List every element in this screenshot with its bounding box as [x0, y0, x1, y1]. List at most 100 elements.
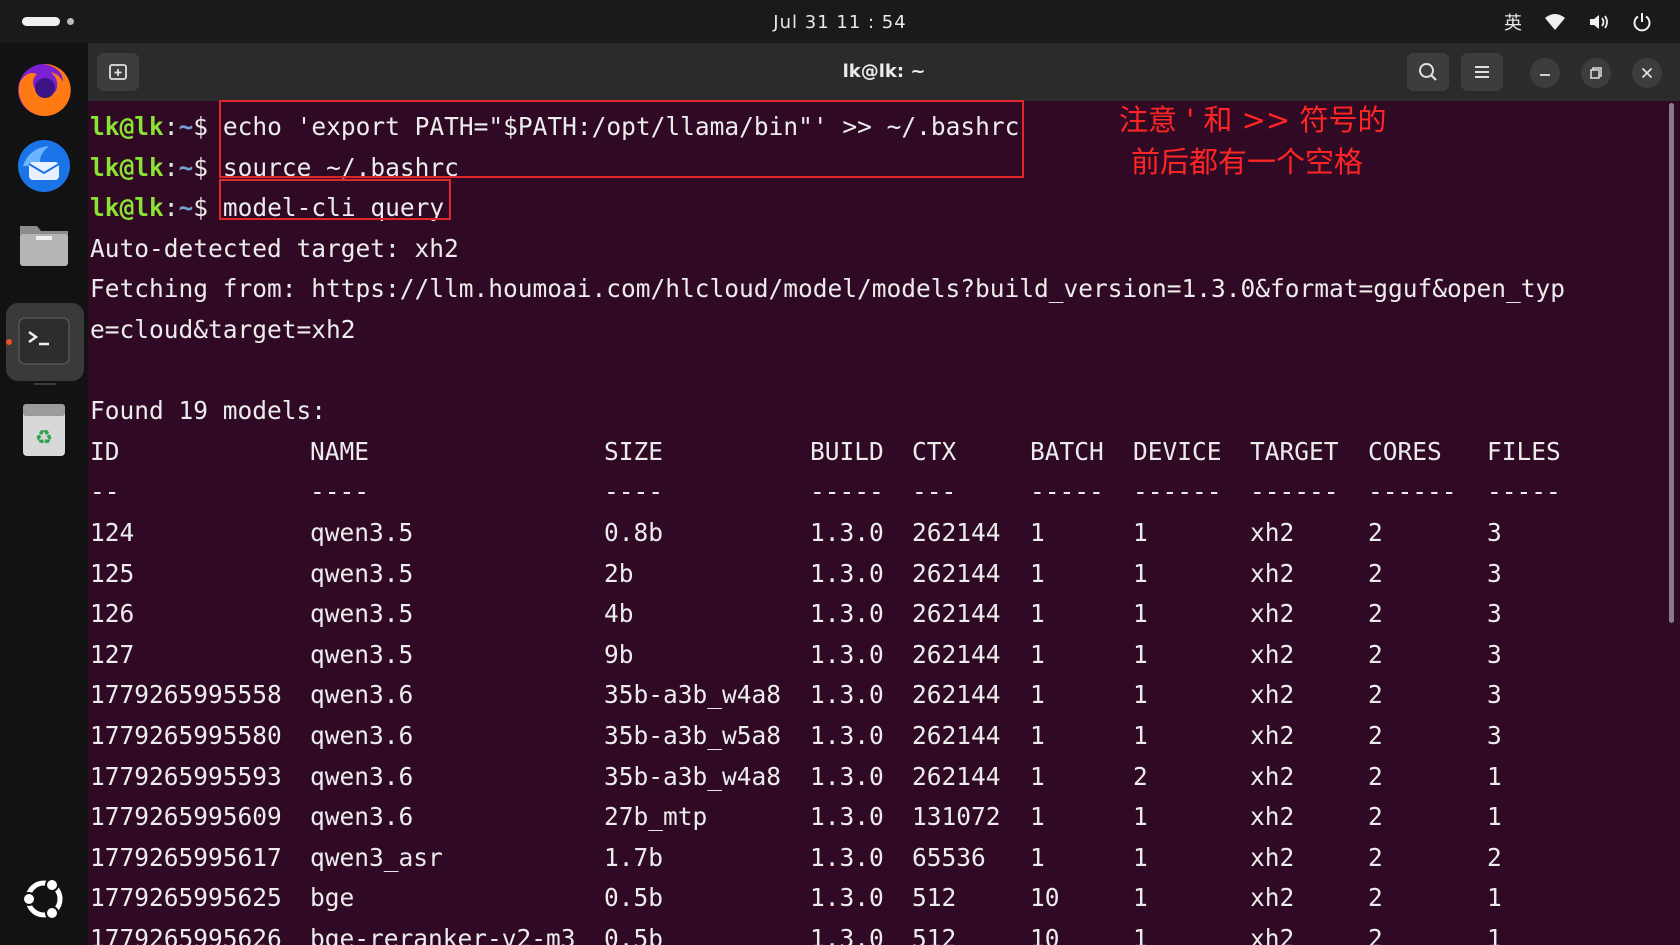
wifi-icon[interactable] — [1544, 13, 1566, 31]
table-cell: 1.3.0 — [810, 923, 884, 945]
table-cell: 35b-a3b_w5a8 — [604, 720, 782, 750]
prompt-separator: : — [163, 112, 179, 141]
search-icon — [1419, 63, 1437, 81]
table-cell: 35b-a3b_w4a8 — [604, 761, 782, 791]
firefox-icon[interactable] — [14, 59, 74, 119]
table-cell: 1 — [1487, 883, 1502, 913]
table-cell: qwen3.6 — [310, 720, 414, 750]
clock[interactable]: Jul 31 11 : 54 — [0, 12, 1680, 33]
dock-separator — [34, 383, 56, 385]
table-cell: 4b — [604, 599, 634, 629]
prompt-path: ~ — [178, 152, 194, 182]
terminal-output[interactable]: lk@lk:~$ echo 'export PATH="$PATH:/opt/l… — [90, 107, 1670, 945]
table-cell: 1 — [1030, 761, 1045, 791]
highlight-box — [219, 100, 1024, 178]
table-cell: BATCH — [1030, 436, 1104, 466]
table-cell: xh2 — [1250, 558, 1295, 588]
prompt-symbol: $ — [193, 193, 209, 223]
minimize-button[interactable] — [1530, 58, 1560, 88]
table-cell: 262144 — [912, 517, 1001, 547]
table-cell: 512 — [912, 883, 957, 913]
prompt-path: ~ — [178, 112, 194, 141]
input-method-indicator[interactable]: 英 — [1504, 9, 1522, 35]
table-cell: NAME — [310, 436, 370, 466]
table-cell: ------ — [1250, 477, 1339, 507]
table-cell: 2 — [1133, 761, 1148, 791]
menu-button[interactable] — [1461, 53, 1503, 91]
system-tray[interactable]: 英 — [1504, 8, 1652, 36]
table-header-row: ID NAME SIZE BUILD CTX BATCH DEVICE TARGET CORES… — [90, 432, 1670, 473]
table-cell: xh2 — [1250, 883, 1295, 913]
table-cell: qwen3_asr — [310, 842, 443, 872]
table-cell: 125 — [90, 558, 135, 588]
table-cell: 1779265995625 — [90, 883, 282, 913]
table-row: 1779265995617 qwen3_asr 1.7b 1.3.0 65536 1 1 xh… — [90, 838, 1670, 879]
annotation-line: 注意 ' 和 >> 符号的 — [1119, 103, 1387, 137]
table-cell: 1 — [1030, 680, 1045, 710]
table-cell: 1779265995609 — [90, 802, 282, 832]
table-cell: 131072 — [912, 802, 1001, 832]
trash-icon[interactable]: ♻ — [14, 399, 74, 459]
table-row: 1779265995593 qwen3.6 35b-a3b_w4a8 1.3.0 262… — [90, 757, 1670, 798]
table-cell: 2 — [1368, 680, 1383, 710]
table-cell: 1 — [1133, 680, 1148, 710]
table-cell: 1779265995626 — [90, 923, 282, 945]
highlight-box — [219, 179, 451, 220]
table-cell: 3 — [1487, 639, 1502, 669]
scrollbar[interactable] — [1669, 103, 1674, 623]
prompt-user: lk@lk — [90, 193, 164, 223]
table-cell: 1.3.0 — [810, 639, 884, 669]
table-cell: 2 — [1487, 842, 1502, 872]
table-cell: 1.3.0 — [810, 720, 884, 750]
table-cell: xh2 — [1250, 517, 1295, 547]
close-button[interactable] — [1632, 58, 1662, 88]
power-icon[interactable] — [1632, 12, 1652, 32]
table-row: 124 qwen3.5 0.8b 1.3.0 262144 1 1 xh2 2 3 — [90, 513, 1670, 554]
table-cell: 2 — [1368, 923, 1383, 945]
terminal-window: lk@lk: ~ lk@lk:~$ echo 'export PATH="$PA… — [88, 43, 1680, 945]
prompt-path: ~ — [178, 193, 194, 223]
table-cell: bge — [310, 883, 355, 913]
table-cell: 0.5b — [604, 923, 664, 945]
table-cell: 1 — [1030, 558, 1045, 588]
table-cell: 1 — [1133, 599, 1148, 629]
table-cell: 1 — [1133, 883, 1148, 913]
table-cell: 1.3.0 — [810, 802, 884, 832]
minimize-icon — [1540, 74, 1550, 76]
terminal-icon[interactable] — [14, 311, 74, 371]
thunderbird-icon[interactable] — [14, 135, 74, 195]
output-line: Auto-detected target: xh2 — [90, 233, 459, 263]
table-cell: ----- — [1487, 477, 1561, 507]
table-cell: 1 — [1133, 517, 1148, 547]
table-cell: 1.3.0 — [810, 517, 884, 547]
table-cell: 1 — [1133, 923, 1148, 945]
table-cell: 512 — [912, 923, 957, 945]
maximize-button[interactable] — [1581, 58, 1611, 88]
table-cell: 2 — [1368, 517, 1383, 547]
table-cell: qwen3.5 — [310, 639, 414, 669]
restore-icon — [1590, 67, 1602, 79]
table-cell: 124 — [90, 517, 135, 547]
close-icon — [1641, 67, 1653, 79]
volume-icon[interactable] — [1588, 13, 1610, 31]
table-cell: 3 — [1487, 680, 1502, 710]
table-cell: CTX — [912, 436, 957, 466]
table-cell: 1 — [1487, 761, 1502, 791]
output-line: Fetching from: https://llm.houmoai.com/h… — [90, 274, 1566, 304]
files-icon[interactable] — [14, 213, 74, 273]
table-cell: 1.3.0 — [810, 761, 884, 791]
table-cell: 1.3.0 — [810, 883, 884, 913]
search-button[interactable] — [1407, 53, 1449, 91]
table-cell: 35b-a3b_w4a8 — [604, 680, 782, 710]
table-cell: 262144 — [912, 558, 1001, 588]
table-cell: 2 — [1368, 558, 1383, 588]
table-cell: xh2 — [1250, 680, 1295, 710]
table-row: 1779265995558 qwen3.6 35b-a3b_w4a8 1.3.0 262… — [90, 675, 1670, 716]
table-cell: ------ — [1133, 477, 1222, 507]
table-cell: 1779265995617 — [90, 842, 282, 872]
table-cell: 1 — [1030, 599, 1045, 629]
ubuntu-logo-icon[interactable] — [14, 869, 74, 929]
table-cell: 1 — [1030, 720, 1045, 750]
table-row: 126 qwen3.5 4b 1.3.0 262144 1 1 xh2 2 3 — [90, 594, 1670, 635]
